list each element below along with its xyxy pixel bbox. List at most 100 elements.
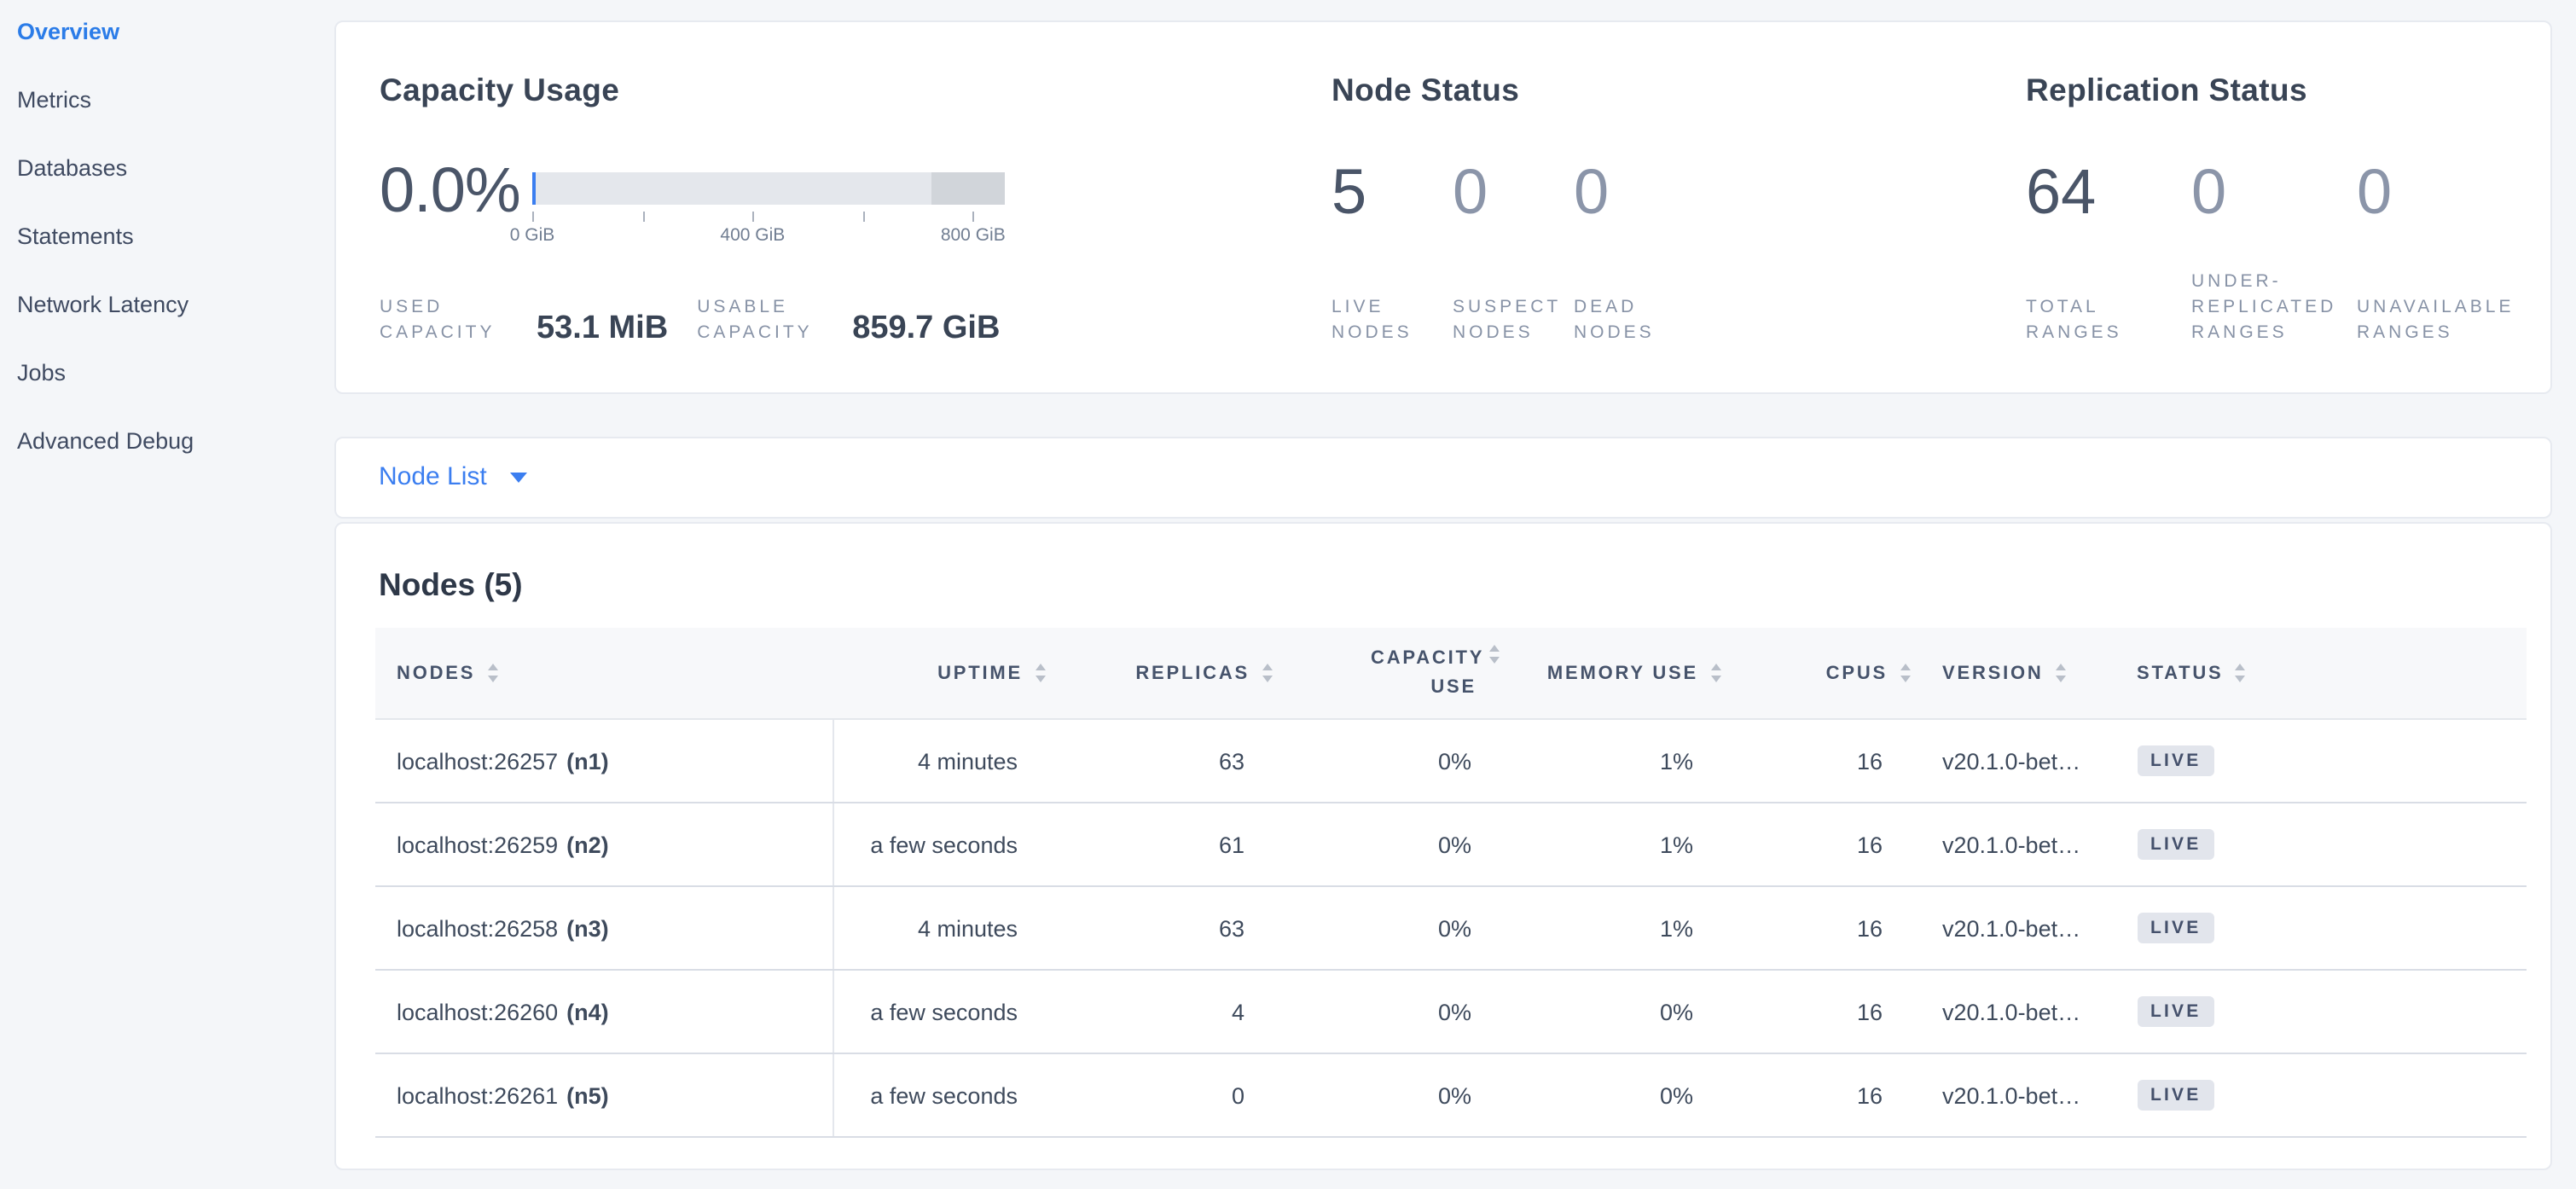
node-status-stats: 5 LIVE NODES 0 SUSPECT NODES 0 DEAD NODE… bbox=[1332, 160, 1695, 347]
cpus-cell: 16 bbox=[1693, 832, 1883, 857]
version-cell: v20.1.0-bet… bbox=[1883, 832, 2137, 857]
status-cell: LIVE bbox=[2137, 1080, 2526, 1111]
memory-use-cell: 1% bbox=[1471, 832, 1693, 857]
capacity-use-cell: 0% bbox=[1244, 915, 1471, 941]
status-cell: LIVE bbox=[2137, 745, 2526, 777]
table-row: localhost:26259(n2) a few seconds 61 0% … bbox=[374, 803, 2526, 887]
node-address-cell[interactable]: localhost:26259(n2) bbox=[374, 803, 833, 885]
stat-total-ranges: 64 TOTAL RANGES bbox=[2026, 160, 2191, 347]
sort-icon[interactable] bbox=[487, 664, 497, 682]
total-ranges-label: TOTAL RANGES bbox=[2026, 295, 2186, 347]
status-badge: LIVE bbox=[2137, 829, 2215, 861]
column-header-nodes[interactable]: NODES bbox=[374, 628, 833, 718]
suspect-nodes-value: 0 bbox=[1453, 160, 1574, 223]
version-cell: v20.1.0-bet… bbox=[1883, 1082, 2137, 1108]
stat-under-replicated-ranges: 0 UNDER-REPLICATED RANGES bbox=[2191, 160, 2357, 347]
under-replicated-ranges-value: 0 bbox=[2191, 160, 2357, 223]
sort-icon[interactable] bbox=[2056, 664, 2066, 682]
column-header-replicas[interactable]: REPLICAS bbox=[1018, 628, 1244, 718]
used-capacity-value: 53.1 MiB bbox=[537, 311, 668, 347]
replication-status-stats: 64 TOTAL RANGES 0 UNDER-REPLICATED RANGE… bbox=[2026, 160, 2522, 347]
node-address-cell[interactable]: localhost:26258(n3) bbox=[374, 887, 833, 969]
sidebar-item-databases[interactable]: Databases bbox=[17, 152, 127, 186]
memory-use-cell: 1% bbox=[1471, 748, 1693, 774]
column-header-uptime[interactable]: UPTIME bbox=[833, 628, 1018, 718]
sidebar-item-statements[interactable]: Statements bbox=[17, 220, 134, 254]
stat-unavailable-ranges: 0 UNAVAILABLE RANGES bbox=[2357, 160, 2522, 347]
capacity-use-cell: 0% bbox=[1244, 1082, 1471, 1108]
sidebar-item-overview[interactable]: Overview bbox=[17, 15, 119, 49]
cpus-cell: 16 bbox=[1693, 748, 1883, 774]
capacity-use-cell: 0% bbox=[1244, 748, 1471, 774]
uptime-cell: a few seconds bbox=[833, 999, 1018, 1024]
axis-tick-label: 800 GiB bbox=[941, 225, 1006, 246]
sidebar-item-advanced-debug[interactable]: Advanced Debug bbox=[17, 425, 194, 459]
column-header-capacity-use[interactable]: CAPACITY USE bbox=[1244, 628, 1471, 718]
column-header-memory-use[interactable]: MEMORY USE bbox=[1471, 628, 1693, 718]
replication-status-title: Replication Status bbox=[2026, 71, 2307, 108]
nodes-table: NODES UPTIME REPLICAS CAPACITY USE MEMOR… bbox=[374, 628, 2526, 1138]
column-header-status[interactable]: STATUS bbox=[2137, 628, 2526, 718]
stat-dead-nodes: 0 DEAD NODES bbox=[1574, 160, 1695, 347]
status-badge: LIVE bbox=[2137, 1080, 2215, 1111]
status-cell: LIVE bbox=[2137, 996, 2526, 1028]
sidebar-item-jobs[interactable]: Jobs bbox=[17, 357, 66, 391]
status-badge: LIVE bbox=[2137, 913, 2215, 944]
sidebar-item-metrics[interactable]: Metrics bbox=[17, 84, 91, 118]
axis-tick bbox=[642, 211, 644, 221]
stat-suspect-nodes: 0 SUSPECT NODES bbox=[1453, 160, 1574, 347]
version-cell: v20.1.0-bet… bbox=[1883, 999, 2137, 1024]
replicas-cell: 63 bbox=[1018, 748, 1244, 774]
column-header-version[interactable]: VERSION bbox=[1883, 628, 2137, 718]
memory-use-cell: 0% bbox=[1471, 1082, 1693, 1108]
sidebar-item-network-latency[interactable]: Network Latency bbox=[17, 288, 189, 322]
overview-page: Overview Metrics Databases Statements Ne… bbox=[0, 0, 2576, 1189]
node-address-cell[interactable]: localhost:26261(n5) bbox=[374, 1054, 833, 1136]
status-cell: LIVE bbox=[2137, 913, 2526, 944]
under-replicated-ranges-label: UNDER-REPLICATED RANGES bbox=[2191, 270, 2341, 347]
memory-use-cell: 0% bbox=[1471, 999, 1693, 1024]
node-address-cell[interactable]: localhost:26257(n1) bbox=[374, 720, 833, 802]
cpus-cell: 16 bbox=[1693, 999, 1883, 1024]
live-nodes-value: 5 bbox=[1332, 160, 1453, 223]
sidebar: Overview Metrics Databases Statements Ne… bbox=[0, 0, 334, 1189]
cpus-cell: 16 bbox=[1693, 915, 1883, 941]
capacity-bar-used-segment bbox=[532, 172, 536, 204]
capacity-use-cell: 0% bbox=[1244, 832, 1471, 857]
node-list-selector-card: Node List bbox=[334, 437, 2551, 518]
column-header-cpus[interactable]: CPUS bbox=[1693, 628, 1883, 718]
unavailable-ranges-value: 0 bbox=[2357, 160, 2522, 223]
cluster-summary-card: Capacity Usage 0.0% 0 GiB 400 GiB 800 Gi… bbox=[334, 20, 2551, 394]
dead-nodes-value: 0 bbox=[1574, 160, 1695, 223]
sort-icon[interactable] bbox=[2236, 664, 2246, 682]
uptime-cell: a few seconds bbox=[833, 832, 1018, 857]
table-row: localhost:26257(n1) 4 minutes 63 0% 1% 1… bbox=[374, 720, 2526, 803]
uptime-cell: a few seconds bbox=[833, 1082, 1018, 1108]
capacity-stats: USED CAPACITY 53.1 MiB USABLE CAPACITY 8… bbox=[380, 295, 1000, 347]
axis-tick bbox=[973, 211, 975, 221]
node-address-cell[interactable]: localhost:26260(n4) bbox=[374, 971, 833, 1053]
dead-nodes-label: DEAD NODES bbox=[1574, 295, 1690, 347]
axis-tick bbox=[532, 211, 534, 221]
replicas-cell: 61 bbox=[1018, 832, 1244, 857]
nodes-table-card: Nodes (5) NODES UPTIME REPLICAS CAPACITY… bbox=[334, 521, 2551, 1169]
node-list-dropdown[interactable]: Node List bbox=[379, 438, 528, 516]
usable-capacity-label: USABLE CAPACITY bbox=[697, 295, 837, 347]
axis-tick bbox=[752, 211, 754, 221]
axis-tick-label: 0 GiB bbox=[510, 225, 555, 246]
live-nodes-label: LIVE NODES bbox=[1332, 295, 1448, 347]
capacity-bar bbox=[532, 172, 1004, 204]
table-header-row: NODES UPTIME REPLICAS CAPACITY USE MEMOR… bbox=[374, 628, 2526, 720]
capacity-percent: 0.0% bbox=[380, 158, 520, 221]
replicas-cell: 4 bbox=[1018, 999, 1244, 1024]
chevron-down-icon bbox=[511, 473, 528, 483]
used-capacity-label: USED CAPACITY bbox=[380, 295, 519, 347]
stat-live-nodes: 5 LIVE NODES bbox=[1332, 160, 1453, 347]
replicas-cell: 63 bbox=[1018, 915, 1244, 941]
axis-tick-label: 400 GiB bbox=[720, 225, 785, 246]
usable-capacity-value: 859.7 GiB bbox=[852, 311, 1000, 347]
nodes-section-heading: Nodes (5) bbox=[379, 566, 523, 603]
version-cell: v20.1.0-bet… bbox=[1883, 748, 2137, 774]
axis-tick bbox=[863, 211, 865, 221]
table-row: localhost:26260(n4) a few seconds 4 0% 0… bbox=[374, 971, 2526, 1054]
